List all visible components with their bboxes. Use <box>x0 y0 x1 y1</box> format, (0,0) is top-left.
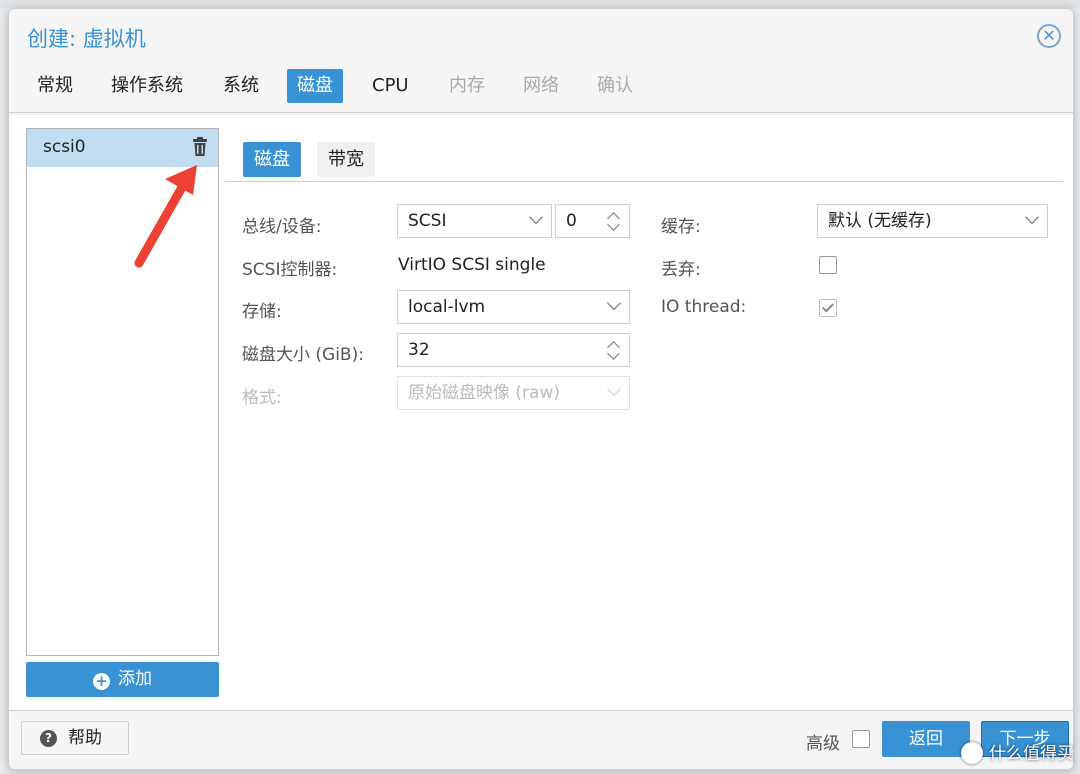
annotation-arrow <box>134 165 197 268</box>
check-icon <box>821 300 835 313</box>
tab-general[interactable]: 常规 <box>27 69 83 103</box>
discard-label: 丢弃: <box>661 260 701 280</box>
background-window <box>0 0 1080 8</box>
storage-value: local-lvm <box>408 297 486 317</box>
tab-cpu[interactable]: CPU <box>362 69 419 103</box>
tab-network: 网络 <box>523 75 559 96</box>
bus-value: SCSI <box>408 211 447 231</box>
device-number-stepper[interactable]: 0 <box>555 204 630 238</box>
add-label: 添加 <box>118 669 152 689</box>
close-icon[interactable]: ✕ <box>1037 24 1061 48</box>
cache-select[interactable]: 默认 (无缓存) <box>817 204 1048 238</box>
disk-size-label: 磁盘大小 (GiB): <box>242 345 364 365</box>
format-value: 原始磁盘映像 (raw) <box>408 383 560 403</box>
subtab-disk[interactable]: 磁盘 <box>243 142 301 177</box>
format-select: 原始磁盘映像 (raw) <box>397 376 630 410</box>
disk-panel: scsi0 + 添加 磁盘 带宽 总线/设备: SCSI 0 SCSI控制器: … <box>9 115 1073 711</box>
discard-checkbox[interactable] <box>819 256 837 274</box>
plus-circle-icon: + <box>93 673 110 690</box>
advanced-label: 高级 <box>806 734 840 754</box>
storage-select[interactable]: local-lvm <box>397 290 630 324</box>
add-button[interactable]: + 添加 <box>26 662 219 697</box>
tab-os[interactable]: 操作系统 <box>101 69 193 103</box>
wizard-tabbar: 常规 操作系统 系统 磁盘 CPU 内存 网络 确认 <box>9 69 1073 113</box>
bus-label: 总线/设备: <box>242 217 322 237</box>
question-circle-icon: ? <box>40 730 57 747</box>
format-label: 格式: <box>242 388 282 408</box>
tab-disk[interactable]: 磁盘 <box>287 69 343 103</box>
tab-memory: 内存 <box>449 75 485 96</box>
help-button[interactable]: ? 帮助 <box>21 721 129 755</box>
chevron-down-icon <box>606 381 622 397</box>
disk-item-label: scsi0 <box>43 137 86 157</box>
watermark-text: 什么值得买 <box>989 744 1074 764</box>
back-button[interactable]: 返回 <box>882 721 970 757</box>
trash-icon[interactable] <box>192 137 208 157</box>
device-number-value: 0 <box>566 211 577 231</box>
help-label: 帮助 <box>68 728 102 748</box>
watermark: 什么值得买 <box>961 739 1074 764</box>
cache-label: 缓存: <box>661 217 701 237</box>
bus-select[interactable]: SCSI <box>397 204 552 238</box>
disk-size-value: 32 <box>408 340 430 360</box>
iothread-checkbox[interactable] <box>819 299 837 317</box>
controller-label: SCSI控制器: <box>242 260 338 280</box>
tab-confirm: 确认 <box>597 75 633 96</box>
create-vm-dialog: 创建: 虚拟机 ✕ 常规 操作系统 系统 磁盘 CPU 内存 网络 确认 scs… <box>8 8 1074 770</box>
subtab-divider <box>225 181 1063 182</box>
watermark-logo-icon <box>961 742 983 764</box>
chevron-down-icon <box>606 295 622 311</box>
cache-value: 默认 (无缓存) <box>828 211 932 231</box>
disk-size-stepper[interactable]: 32 <box>397 333 630 367</box>
chevron-down-icon <box>1024 209 1040 225</box>
advanced-checkbox[interactable] <box>852 730 870 748</box>
chevron-down-icon <box>528 209 544 225</box>
dialog-title: 创建: 虚拟机 <box>27 27 146 51</box>
subtab-bandwidth[interactable]: 带宽 <box>317 142 375 177</box>
tab-system[interactable]: 系统 <box>213 69 269 103</box>
list-item[interactable]: scsi0 <box>27 129 218 167</box>
controller-value: VirtIO SCSI single <box>398 255 546 275</box>
iothread-label: IO thread: <box>661 297 747 317</box>
storage-label: 存储: <box>242 302 282 322</box>
